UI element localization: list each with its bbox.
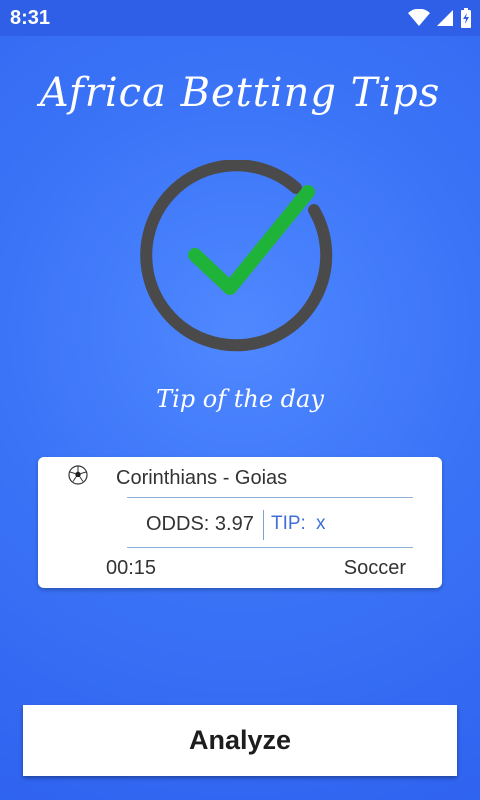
divider [127, 497, 413, 498]
divider [127, 547, 413, 548]
section-title: Tip of the day [156, 385, 324, 413]
check-circle-icon [140, 159, 340, 360]
status-time: 8:31 [10, 7, 51, 29]
match-time: 00:15 [106, 557, 157, 579]
tip-label: TIP: [271, 513, 306, 534]
status-bar: 8:31 [0, 0, 480, 36]
analyze-button[interactable]: Analyze [23, 705, 457, 776]
app-title: Africa Betting Tips [39, 70, 441, 116]
tip-value: x [316, 513, 326, 534]
sport-label: Soccer [343, 557, 406, 579]
soccer-ball-icon [68, 465, 88, 485]
tip-card: Corinthians - Goias ODDS: 3.97 TIP: x 00… [38, 457, 442, 588]
odds-value: ODDS: 3.97 [146, 513, 254, 535]
match-name: Corinthians - Goias [116, 467, 288, 489]
wifi-icon [408, 9, 430, 26]
cell-signal-icon [437, 10, 453, 26]
battery-icon [461, 8, 471, 28]
status-icons [408, 7, 472, 29]
divider [263, 510, 264, 540]
